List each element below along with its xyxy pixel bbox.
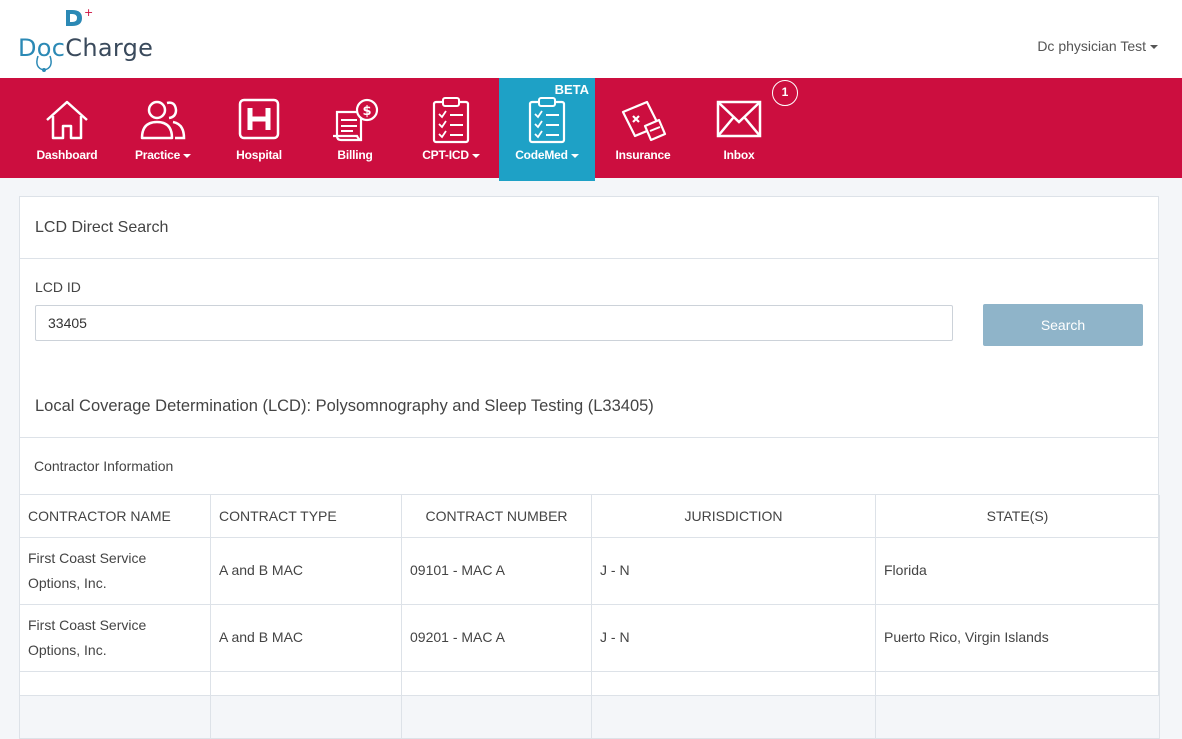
lcd-id-input[interactable] bbox=[35, 305, 953, 341]
nav-label-practice: Practice bbox=[115, 148, 211, 162]
logo-text-charge: Charge bbox=[65, 34, 154, 62]
cell-empty bbox=[401, 671, 592, 739]
cell-empty bbox=[19, 671, 211, 739]
chevron-down-icon bbox=[471, 153, 480, 158]
nav-label-billing: Billing bbox=[337, 148, 373, 162]
house-icon bbox=[46, 100, 88, 140]
table-row: First Coast Service Options, Inc. A and … bbox=[19, 604, 1160, 672]
cell-contract-number: 09101 - MAC A bbox=[401, 537, 592, 605]
cell-empty bbox=[210, 671, 402, 739]
nav-label-dashboard: Dashboard bbox=[36, 148, 98, 162]
nav-item-hospital[interactable]: Hospital bbox=[211, 78, 307, 178]
search-button[interactable]: Search bbox=[983, 304, 1143, 346]
main-nav: Dashboard Practice Hospital $ Billing CP… bbox=[0, 78, 1182, 181]
cell-jurisdiction: J - N bbox=[591, 604, 876, 672]
nav-item-cpt-icd[interactable]: CPT-ICD bbox=[403, 78, 499, 178]
lcd-id-label: LCD ID bbox=[35, 279, 81, 295]
nav-item-billing[interactable]: $ Billing bbox=[307, 78, 403, 178]
insurance-card-icon bbox=[621, 100, 667, 142]
billing-icon: $ bbox=[333, 98, 379, 142]
svg-text:$: $ bbox=[362, 104, 371, 119]
table-header-row: CONTRACTOR NAME CONTRACT TYPE CONTRACT N… bbox=[19, 495, 1160, 538]
cell-contractor-name: First Coast Service Options, Inc. bbox=[19, 604, 211, 672]
logo-text-doc: Doc bbox=[18, 34, 66, 62]
nav-label-insurance: Insurance bbox=[615, 148, 671, 162]
cell-contractor-name: First Coast Service Options, Inc. bbox=[19, 537, 211, 605]
nav-label-cpt-icd: CPT-ICD bbox=[403, 148, 499, 162]
clipboard-checklist-icon bbox=[528, 97, 566, 144]
cell-jurisdiction: J - N bbox=[591, 537, 876, 605]
nav-item-dashboard[interactable]: Dashboard bbox=[19, 78, 115, 178]
nav-item-codemed[interactable]: BETA CodeMed bbox=[499, 78, 595, 181]
lcd-search-panel: LCD Direct Search LCD ID Search Local Co… bbox=[19, 196, 1160, 739]
table-row: First Coast Service Options, Inc. A and … bbox=[19, 537, 1160, 605]
chevron-down-icon bbox=[183, 153, 192, 158]
beta-badge: BETA bbox=[554, 82, 589, 97]
hospital-icon bbox=[238, 98, 280, 140]
cell-states: Florida bbox=[875, 537, 1160, 605]
panel-heading: LCD Direct Search bbox=[20, 197, 1158, 259]
chevron-down-icon bbox=[570, 153, 579, 158]
column-header-contract-number[interactable]: CONTRACT NUMBER bbox=[401, 495, 592, 538]
nav-item-insurance[interactable]: Insurance bbox=[595, 78, 691, 178]
inbox-count-badge: 1 bbox=[772, 80, 798, 106]
logo-text: DocCharge bbox=[18, 34, 153, 62]
users-icon bbox=[140, 100, 186, 140]
column-header-contractor-name[interactable]: CONTRACTOR NAME bbox=[19, 495, 211, 538]
contractor-info-heading: Contractor Information bbox=[19, 438, 1159, 495]
nav-label-hospital: Hospital bbox=[236, 148, 282, 162]
nav-item-practice[interactable]: Practice bbox=[115, 78, 211, 178]
lcd-title: Local Coverage Determination (LCD): Poly… bbox=[35, 397, 654, 415]
cell-empty bbox=[591, 671, 876, 739]
nav-label-inbox: Inbox bbox=[723, 148, 755, 162]
svg-text:+: + bbox=[84, 6, 93, 19]
cell-contract-type: A and B MAC bbox=[210, 537, 402, 605]
doccharge-logo[interactable]: + DocCharge bbox=[16, 4, 153, 74]
contractor-info-section: Contractor Information CONTRACTOR NAME C… bbox=[19, 437, 1160, 739]
column-header-states[interactable]: STATE(S) bbox=[875, 495, 1160, 538]
cell-empty bbox=[875, 671, 1160, 739]
user-menu-dropdown[interactable]: Dc physician Test bbox=[1037, 38, 1158, 54]
top-header: + DocCharge Dc physician Test bbox=[0, 0, 1182, 78]
user-name: Dc physician Test bbox=[1037, 38, 1146, 54]
chevron-down-icon bbox=[1150, 45, 1158, 50]
cell-contract-type: A and B MAC bbox=[210, 604, 402, 672]
clipboard-checklist-icon bbox=[432, 97, 470, 144]
cell-contract-number: 09201 - MAC A bbox=[401, 604, 592, 672]
table-row bbox=[19, 671, 1160, 739]
cell-states: Puerto Rico, Virgin Islands bbox=[875, 604, 1160, 672]
column-header-contract-type[interactable]: CONTRACT TYPE bbox=[210, 495, 402, 538]
contractor-table: CONTRACTOR NAME CONTRACT TYPE CONTRACT N… bbox=[19, 495, 1160, 739]
column-header-jurisdiction[interactable]: JURISDICTION bbox=[591, 495, 876, 538]
envelope-icon bbox=[716, 100, 762, 138]
nav-label-codemed: CodeMed bbox=[499, 148, 595, 162]
